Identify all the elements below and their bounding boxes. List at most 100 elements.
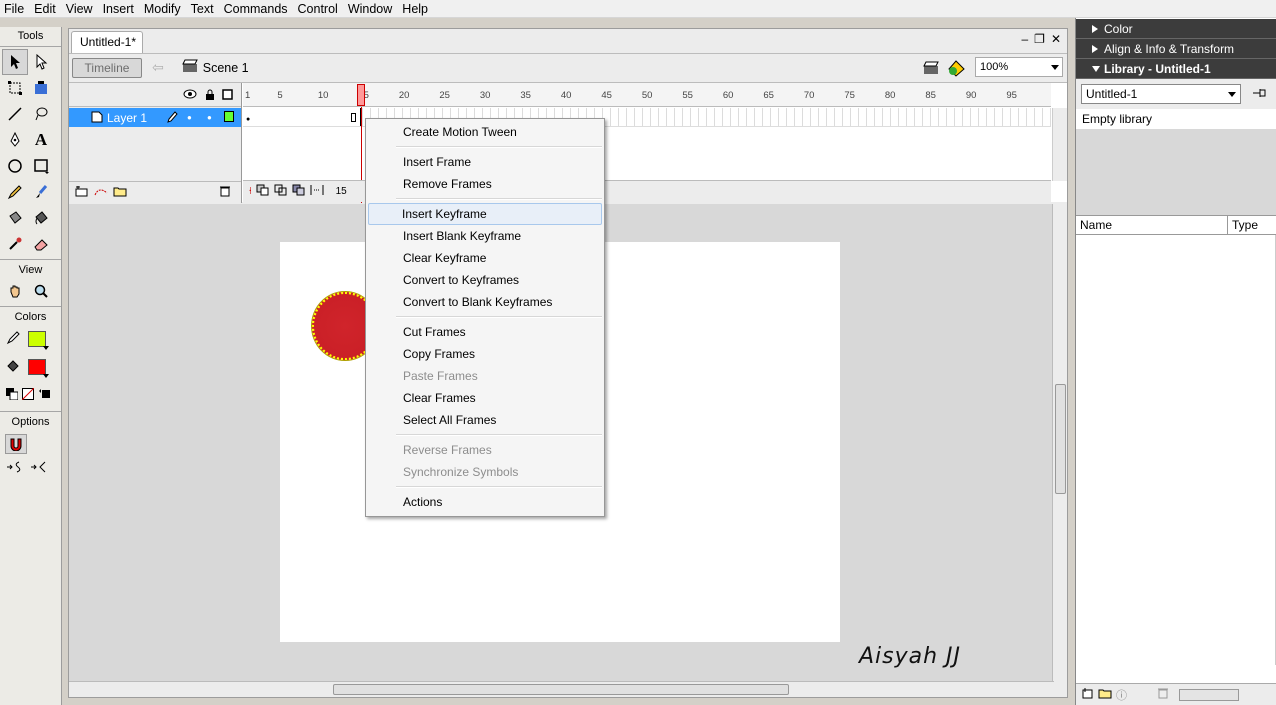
layer-row[interactable]: Layer 1 ● ● <box>69 108 241 127</box>
new-symbol-icon[interactable] <box>1082 687 1094 702</box>
stage-vscroll[interactable] <box>1052 204 1067 684</box>
no-color-icon[interactable] <box>21 387 35 403</box>
menu-commands[interactable]: Commands <box>220 0 294 18</box>
menu-item-create-motion-tween[interactable]: Create Motion Tween <box>368 121 602 143</box>
lock-icon[interactable] <box>205 89 215 103</box>
stage-hscroll[interactable] <box>69 681 1054 697</box>
fill-transform-tool-icon[interactable] <box>28 75 54 101</box>
add-motion-guide-icon[interactable] <box>93 185 109 200</box>
oval-tool-icon[interactable] <box>2 153 28 179</box>
eye-icon[interactable] <box>183 89 197 102</box>
menu-control[interactable]: Control <box>294 0 344 18</box>
stroke-color-swatch[interactable] <box>28 331 49 350</box>
line-tool-icon[interactable] <box>2 101 28 127</box>
column-name[interactable]: Name <box>1076 216 1228 234</box>
scroll-thumb[interactable] <box>1055 384 1066 494</box>
hand-tool-icon[interactable] <box>2 278 28 304</box>
restore-icon[interactable]: ❐ <box>1034 32 1045 46</box>
onion-skin-icon[interactable] <box>256 184 270 199</box>
menu-help[interactable]: Help <box>398 0 434 18</box>
paint-bucket-tool-icon[interactable] <box>28 205 54 231</box>
delete-layer-icon[interactable] <box>219 185 231 200</box>
frame-span: ● <box>243 108 361 126</box>
outline-icon[interactable] <box>222 89 233 103</box>
end-frame-icon <box>351 113 356 122</box>
menu-item-copy-frames[interactable]: Copy Frames <box>368 343 602 365</box>
edit-scene-icon[interactable] <box>923 60 941 79</box>
timeline-toggle-button[interactable]: Timeline <box>72 57 142 78</box>
brush-tool-icon[interactable] <box>28 179 54 205</box>
menu-item-cut-frames[interactable]: Cut Frames <box>368 321 602 343</box>
free-transform-tool-icon[interactable] <box>2 75 28 101</box>
eraser-tool-icon[interactable] <box>28 231 54 257</box>
layer-color-icon[interactable] <box>224 111 234 122</box>
menu-item-insert-keyframe[interactable]: Insert Keyframe <box>368 203 602 225</box>
fill-color-swatch[interactable] <box>28 359 49 378</box>
ruler-tick-label: 35 <box>520 90 531 101</box>
menu-item-insert-blank-keyframe[interactable]: Insert Blank Keyframe <box>368 225 602 247</box>
edit-symbols-icon[interactable] <box>947 59 967 80</box>
zoom-tool-icon[interactable] <box>28 278 54 304</box>
menu-item-insert-frame[interactable]: Insert Frame <box>368 151 602 173</box>
expand-arrow-icon <box>1092 45 1098 53</box>
menu-edit[interactable]: Edit <box>30 0 62 18</box>
menu-item-remove-frames[interactable]: Remove Frames <box>368 173 602 195</box>
text-tool-icon[interactable]: A <box>28 127 54 153</box>
menu-view[interactable]: View <box>62 0 99 18</box>
lasso-tool-icon[interactable] <box>28 101 54 127</box>
timeline-vscroll[interactable] <box>1052 108 1067 181</box>
ink-bottle-tool-icon[interactable] <box>2 205 28 231</box>
library-panel-header[interactable]: Library - Untitled-1 <box>1076 59 1276 79</box>
library-hscroll[interactable] <box>1179 688 1239 701</box>
smooth-icon[interactable] <box>6 460 24 477</box>
document-tab[interactable]: Untitled-1* <box>71 31 143 53</box>
edit-multiple-frames-icon[interactable] <box>292 184 306 199</box>
back-arrow-icon[interactable]: ⇦ <box>152 59 164 76</box>
swap-colors-icon[interactable] <box>38 388 52 403</box>
menu-item-convert-to-keyframes[interactable]: Convert to Keyframes <box>368 269 602 291</box>
scroll-thumb[interactable] <box>333 684 789 695</box>
color-panel-header[interactable]: Color <box>1076 19 1276 39</box>
new-folder-icon[interactable] <box>1098 687 1112 702</box>
menu-modify[interactable]: Modify <box>140 0 187 18</box>
scene-breadcrumb[interactable]: Scene 1 <box>181 59 249 76</box>
menu-item-select-all-frames[interactable]: Select All Frames <box>368 409 602 431</box>
library-panel-title: Library - Untitled-1 <box>1104 62 1211 76</box>
delete-icon[interactable] <box>1157 687 1169 702</box>
black-white-icon[interactable] <box>6 387 19 403</box>
insert-layer-icon[interactable] <box>75 185 89 200</box>
center-frame-icon[interactable]: ⍿ <box>249 186 252 197</box>
library-document-select[interactable]: Untitled-1 <box>1081 84 1241 104</box>
menu-text[interactable]: Text <box>187 0 220 18</box>
visibility-dot-icon[interactable]: ● <box>187 113 192 122</box>
lock-dot-icon[interactable]: ● <box>207 113 212 122</box>
playhead[interactable] <box>357 84 365 106</box>
menu-item-actions[interactable]: Actions <box>368 491 602 513</box>
menu-item-clear-keyframe[interactable]: Clear Keyframe <box>368 247 602 269</box>
pin-library-icon[interactable] <box>1252 87 1266 102</box>
pen-tool-icon[interactable] <box>2 127 28 153</box>
pencil-tool-icon[interactable] <box>2 179 28 205</box>
align-panel-header[interactable]: Align & Info & Transform <box>1076 39 1276 59</box>
library-list[interactable] <box>1076 235 1276 665</box>
close-icon[interactable]: ✕ <box>1051 32 1061 46</box>
zoom-select[interactable]: 100% <box>975 57 1063 77</box>
rectangle-tool-icon[interactable] <box>28 153 54 179</box>
zoom-value: 100% <box>980 61 1009 73</box>
selection-tool-icon[interactable] <box>2 49 28 75</box>
minimize-icon[interactable]: – <box>1021 32 1028 46</box>
modify-onion-markers-icon[interactable] <box>310 184 324 199</box>
insert-layer-folder-icon[interactable] <box>113 185 127 200</box>
menu-window[interactable]: Window <box>344 0 398 18</box>
straighten-icon[interactable] <box>30 460 48 477</box>
subselection-tool-icon[interactable] <box>28 49 54 75</box>
menu-item-convert-to-blank-keyframes[interactable]: Convert to Blank Keyframes <box>368 291 602 313</box>
menu-item-clear-frames[interactable]: Clear Frames <box>368 387 602 409</box>
column-type[interactable]: Type <box>1228 216 1258 234</box>
onion-outline-icon[interactable] <box>274 184 288 199</box>
menu-insert[interactable]: Insert <box>99 0 140 18</box>
snap-to-objects-icon[interactable] <box>5 434 27 454</box>
menu-file[interactable]: File <box>0 0 30 18</box>
properties-icon[interactable]: ⓘ <box>1116 687 1127 703</box>
eyedropper-tool-icon[interactable] <box>2 231 28 257</box>
